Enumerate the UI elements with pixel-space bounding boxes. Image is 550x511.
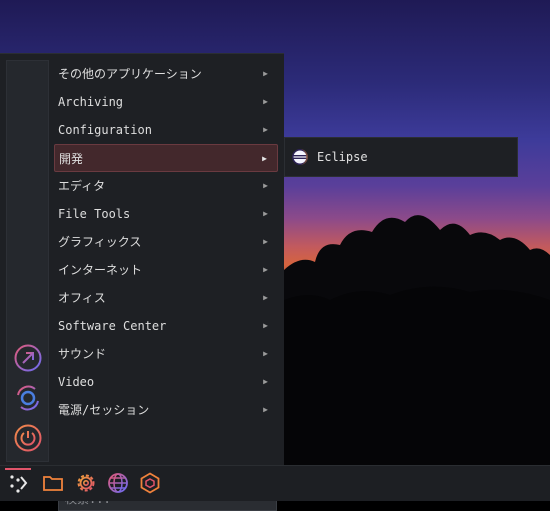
category-item-configuration[interactable]: Configuration ▶ [54, 116, 278, 144]
category-item-graphics[interactable]: グラフィックス ▶ [54, 228, 278, 256]
chevron-right-icon: ▶ [263, 125, 268, 134]
chevron-right-icon: ▶ [263, 293, 268, 302]
eclipse-icon [292, 149, 308, 165]
category-label: 開発 [59, 152, 84, 166]
category-item-editors[interactable]: エディタ ▶ [54, 172, 278, 200]
category-label: サウンド [58, 347, 107, 361]
chevron-right-icon: ▶ [263, 405, 268, 414]
open-external-button[interactable] [13, 343, 43, 373]
active-indicator [5, 468, 31, 470]
web-browser-button[interactable] [103, 468, 133, 498]
category-label: その他のアプリケーション [58, 67, 202, 81]
globe-icon [108, 473, 128, 493]
development-submenu: Eclipse [284, 137, 518, 177]
category-label: オフィス [58, 291, 106, 305]
category-item-development[interactable]: 開発 ▶ [54, 144, 278, 172]
submenu-item-label: Eclipse [317, 150, 368, 164]
application-menu: その他のアプリケーション ▶ Archiving ▶ Configuration ▶ … [0, 53, 284, 511]
chevron-right-icon: ▶ [263, 181, 268, 190]
chevron-right-icon: ▶ [263, 349, 268, 358]
category-item-office[interactable]: オフィス ▶ [54, 284, 278, 312]
chevron-right-icon: ▶ [263, 69, 268, 78]
package-manager-button[interactable] [135, 468, 165, 498]
category-item-internet[interactable]: インターネット ▶ [54, 256, 278, 284]
launcher-icon [10, 475, 28, 493]
chevron-right-icon: ▶ [263, 209, 268, 218]
settings-button[interactable] [71, 468, 101, 498]
category-item-software-center[interactable]: Software Center ▶ [54, 312, 278, 340]
category-item-file-tools[interactable]: File Tools ▶ [54, 200, 278, 228]
power-icon [14, 424, 42, 452]
category-label: インターネット [58, 263, 143, 277]
category-item-power-session[interactable]: 電源/セッション ▶ [54, 396, 278, 424]
settings-gear-icon [77, 474, 95, 492]
category-label: グラフィックス [58, 235, 142, 249]
submenu-item-eclipse[interactable]: Eclipse [291, 146, 368, 168]
category-item-archiving[interactable]: Archiving ▶ [54, 88, 278, 116]
refresh-button[interactable] [13, 383, 43, 413]
open-external-icon [14, 344, 42, 372]
category-label: Software Center [58, 319, 167, 333]
category-label: Video [58, 375, 95, 389]
chevron-right-icon: ▶ [263, 321, 268, 330]
chevron-right-icon: ▶ [262, 154, 267, 163]
folder-icon [43, 476, 63, 491]
category-label: 電源/セッション [58, 403, 150, 417]
chevron-right-icon: ▶ [263, 237, 268, 246]
file-manager-button[interactable] [38, 468, 68, 498]
chevron-right-icon: ▶ [263, 265, 268, 274]
category-label: エディタ [58, 179, 106, 193]
chevron-right-icon: ▶ [263, 97, 268, 106]
category-label: Archiving [58, 95, 124, 109]
category-item-video[interactable]: Video ▶ [54, 368, 278, 396]
taskbar [0, 465, 550, 501]
category-label: Configuration [58, 123, 152, 137]
package-icon [140, 472, 160, 494]
category-item-sound[interactable]: サウンド ▶ [54, 340, 278, 368]
category-label: File Tools [58, 207, 131, 221]
category-item-other-apps[interactable]: その他のアプリケーション ▶ [54, 60, 278, 88]
application-launcher-button[interactable] [3, 468, 33, 498]
power-button[interactable] [13, 423, 43, 453]
category-list: その他のアプリケーション ▶ Archiving ▶ Configuration ▶ … [54, 60, 278, 424]
refresh-icon [17, 385, 39, 411]
chevron-right-icon: ▶ [263, 377, 268, 386]
menu-side-strip [6, 60, 49, 462]
